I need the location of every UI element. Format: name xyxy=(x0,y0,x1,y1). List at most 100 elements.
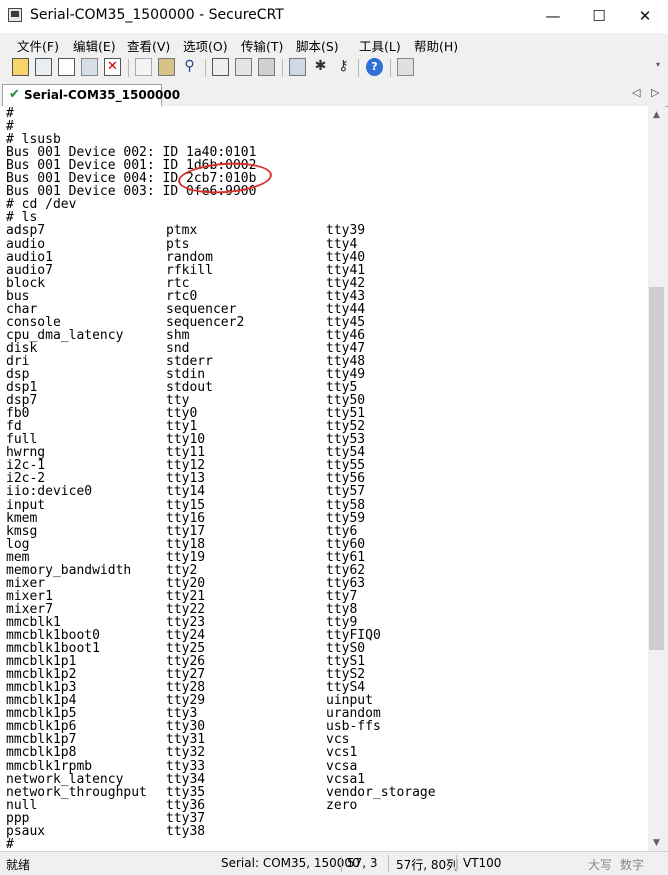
terminal-line: Bus 001 Device 004: ID 2cb7:010b xyxy=(6,171,257,187)
reconnect-icon[interactable] xyxy=(81,58,98,76)
find-icon[interactable]: ⚲ xyxy=(181,58,198,76)
close-button[interactable]: ✕ xyxy=(622,0,668,32)
listing-row: mmcblk1rpmb tty33 vcsa xyxy=(6,760,642,773)
session-options-icon[interactable] xyxy=(289,58,306,76)
listing-row: mmcblk1p6 tty30 usb-ffs xyxy=(6,720,642,733)
listing-entry: fd xyxy=(6,419,22,435)
listing-entry: hwrng xyxy=(6,445,46,461)
listing-entry: dsp xyxy=(6,367,30,382)
listing-row: audio1 random tty40 xyxy=(6,251,642,264)
toolbar-separator xyxy=(390,59,391,77)
listing-entry: tty11 xyxy=(166,445,206,461)
listing-row: iio:device0 tty14 tty57 xyxy=(6,485,642,498)
scroll-down-icon[interactable]: ▼ xyxy=(648,834,665,851)
listing-entry: tty24 xyxy=(166,628,206,643)
vertical-scrollbar[interactable]: ▲ ▼ xyxy=(648,106,665,851)
listing-entry: tty32 xyxy=(166,745,206,761)
listing-entry: tty29 xyxy=(166,693,206,709)
print-selection-icon[interactable] xyxy=(235,58,252,76)
paste-icon[interactable] xyxy=(158,58,175,76)
maximize-button[interactable]: ☐ xyxy=(576,0,622,32)
listing-entry: tty36 xyxy=(166,797,206,813)
help-icon[interactable]: ? xyxy=(366,58,383,76)
listing-entry: tty2 xyxy=(166,562,198,578)
menu-edit[interactable]: 编辑(E) xyxy=(73,36,116,55)
menu-transfer[interactable]: 传输(T) xyxy=(241,36,283,55)
listing-entry: tty62 xyxy=(326,562,366,578)
disconnect-icon[interactable]: ✕ xyxy=(104,58,121,76)
listing-entry: ttyS1 xyxy=(326,654,366,670)
quick-connect-icon[interactable] xyxy=(35,58,52,76)
listing-row: full tty10 tty53 xyxy=(6,433,642,446)
tab-serial-com35[interactable]: ✔ Serial-COM35_1500000 xyxy=(2,84,180,106)
menu-script[interactable]: 脚本(S) xyxy=(296,36,339,55)
listing-row: block rtc tty42 xyxy=(6,277,642,290)
listing-row: i2c-2 tty13 tty56 xyxy=(6,472,642,485)
listing-entry: tty47 xyxy=(326,340,366,356)
listing-entry: psaux xyxy=(6,823,46,839)
toolbar-separator xyxy=(128,59,129,77)
title-bar[interactable]: Serial-COM35_1500000 - SecureCRT — ☐ ✕ xyxy=(0,0,668,33)
window-title: Serial-COM35_1500000 - SecureCRT xyxy=(30,7,284,23)
listing-entry: mmcblk1boot0 xyxy=(6,628,100,643)
listing-entry: fb0 xyxy=(6,406,30,422)
tab-scroll-left-icon[interactable]: ◁ xyxy=(632,86,640,99)
scroll-up-icon[interactable]: ▲ xyxy=(648,106,665,123)
listing-entry: tty15 xyxy=(166,497,206,513)
terminal-screen[interactable]: # # # lsusb Bus 001 Device 002: ID 1a40:010… xyxy=(0,106,648,851)
menu-tools[interactable]: 工具(L) xyxy=(359,36,401,55)
listing-entry: urandom xyxy=(326,706,381,722)
status-connection: Serial: COM35, 150000 xyxy=(221,856,360,870)
listing-entry: i2c-2 xyxy=(6,471,46,487)
securecrt-app-icon[interactable] xyxy=(8,8,22,22)
listing-entry: tty56 xyxy=(326,471,366,487)
listing-row: fd tty1 tty52 xyxy=(6,420,642,433)
listing-entry: ppp xyxy=(6,810,30,826)
listing-entry: snd xyxy=(166,340,190,356)
connect-in-tab-icon[interactable] xyxy=(58,58,75,76)
listing-entry: tty9 xyxy=(326,614,358,630)
toolbar-overflow-chevron-icon[interactable]: ▾ xyxy=(656,61,660,69)
copy-icon[interactable] xyxy=(135,58,152,76)
print-icon[interactable] xyxy=(212,58,229,76)
listing-entry: tty25 xyxy=(166,641,206,657)
listing-row: hwrng tty11 tty54 xyxy=(6,446,642,459)
listing-entry: tty14 xyxy=(166,484,206,500)
listing-entry: mmcblk1p6 xyxy=(6,719,77,735)
about-icon[interactable] xyxy=(397,58,414,76)
listing-entry: vcs1 xyxy=(326,745,358,761)
terminal-prompt: # xyxy=(6,836,14,851)
listing-entry: tty5 xyxy=(326,380,358,396)
sftp-icon[interactable]: ⚷ xyxy=(335,58,352,76)
menu-options[interactable]: 选项(O) xyxy=(183,36,228,55)
listing-entry: kmsg xyxy=(6,523,38,539)
listing-entry: kmem xyxy=(6,510,38,526)
terminal-line: # xyxy=(6,119,14,135)
listing-entry: mmcblk1p8 xyxy=(6,745,77,761)
printer-setup-icon[interactable] xyxy=(258,58,275,76)
listing-entry: adsp7 xyxy=(6,223,46,239)
listing-entry: stdin xyxy=(166,367,206,382)
listing-row: audio7 rfkill tty41 xyxy=(6,264,642,277)
menu-view[interactable]: 查看(V) xyxy=(127,36,170,55)
keymap-icon[interactable]: ✱ xyxy=(312,58,329,76)
menu-help[interactable]: 帮助(H) xyxy=(414,36,458,55)
minimize-button[interactable]: — xyxy=(530,0,576,32)
listing-entry: mmcblk1p2 xyxy=(6,667,77,683)
listing-entry: tty42 xyxy=(326,275,366,291)
status-separator xyxy=(341,855,342,872)
scrollbar-thumb[interactable] xyxy=(649,286,664,650)
menu-file[interactable]: 文件(F) xyxy=(17,36,59,55)
connect-icon[interactable] xyxy=(12,58,29,76)
terminal-line: # lsusb xyxy=(6,132,61,148)
listing-entry: tty54 xyxy=(326,445,366,461)
listing-entry: tty26 xyxy=(166,654,206,670)
listing-entry: tty37 xyxy=(166,810,206,826)
listing-entry: tty23 xyxy=(166,614,206,630)
toolbar-separator xyxy=(205,59,206,77)
listing-row: network_throughput tty35 vendor_storage xyxy=(6,786,642,799)
status-separator xyxy=(388,855,389,872)
listing-row: mem tty19 tty61 xyxy=(6,551,642,564)
listing-entry: tty61 xyxy=(326,549,366,565)
tab-scroll-right-icon[interactable]: ▷ xyxy=(651,86,659,99)
